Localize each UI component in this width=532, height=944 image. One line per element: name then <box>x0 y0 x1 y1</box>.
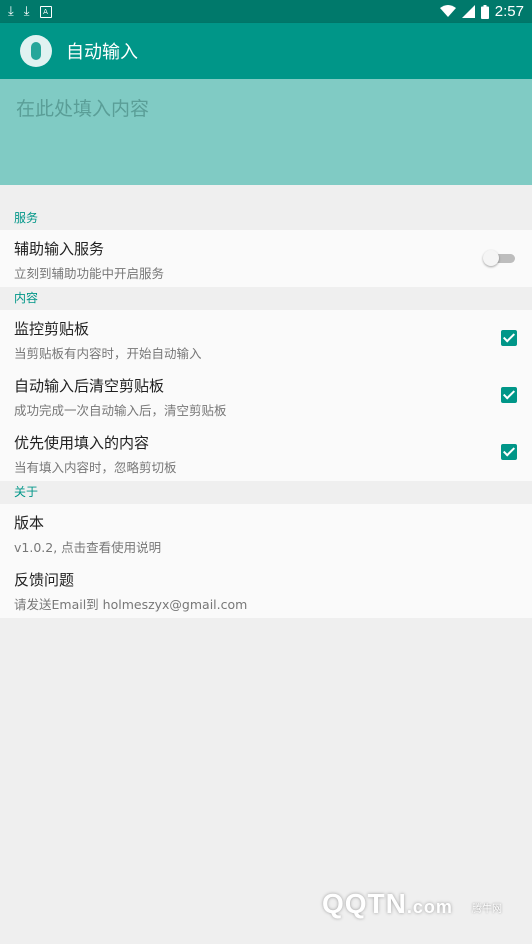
service-toggle-switch[interactable] <box>483 250 515 266</box>
setting-title: 辅助输入服务 <box>14 240 105 258</box>
category-service: 服务 <box>14 211 39 225</box>
category-about: 关于 <box>14 485 39 499</box>
setting-title: 版本 <box>14 514 45 532</box>
settings-list: 服务 辅助输入服务 立刻到辅助功能中开启服务 内容 监控剪贴板 当剪贴板有内容时… <box>0 207 532 618</box>
download-icon: ⤓ <box>23 4 30 19</box>
setting-title: 反馈问题 <box>14 571 75 589</box>
notification-box-icon: A <box>39 5 52 18</box>
prefer-filled-content-setting[interactable]: 优先使用填入的内容 当有填入内容时，忽略剪切板 <box>0 424 532 481</box>
setting-summary: 立刻到辅助功能中开启服务 <box>14 266 165 281</box>
setting-title: 自动输入后清空剪贴板 <box>14 377 165 395</box>
watermark: QQTN.com 腾牛网 <box>322 888 502 920</box>
app-title: 自动输入 <box>66 42 138 63</box>
setting-summary: 请发送Email到 holmeszyx@gmail.com <box>14 597 248 612</box>
wifi-icon <box>439 5 456 17</box>
setting-title: 监控剪贴板 <box>14 320 90 338</box>
battery-icon <box>480 4 489 19</box>
clock: 2:57 <box>494 3 524 20</box>
clear-clipboard-checkbox[interactable] <box>501 387 517 403</box>
app-logo-icon <box>20 35 52 67</box>
clear-clipboard-setting[interactable]: 自动输入后清空剪贴板 成功完成一次自动输入后，清空剪贴板 <box>0 367 532 424</box>
status-bar: ⤓ ⤓ A 2:57 <box>0 0 532 23</box>
category-content: 内容 <box>14 291 39 305</box>
setting-title: 优先使用填入的内容 <box>14 434 150 452</box>
version-setting[interactable]: 版本 v1.0.2, 点击查看使用说明 <box>0 504 532 561</box>
prefer-filled-content-checkbox[interactable] <box>501 444 517 460</box>
download-icon: ⤓ <box>8 4 14 19</box>
setting-summary: 当剪贴板有内容时，开始自动输入 <box>14 346 202 361</box>
monitor-clipboard-checkbox[interactable] <box>501 330 517 346</box>
setting-summary: v1.0.2, 点击查看使用说明 <box>14 540 162 555</box>
watermark-text: 腾牛网 <box>472 904 502 915</box>
setting-summary: 当有填入内容时，忽略剪切板 <box>14 460 177 475</box>
watermark-logo: QQTN.com <box>322 888 453 919</box>
content-input[interactable] <box>14 97 522 121</box>
content-input-area[interactable] <box>0 79 532 185</box>
accessibility-service-setting[interactable]: 辅助输入服务 立刻到辅助功能中开启服务 <box>0 230 532 287</box>
feedback-setting[interactable]: 反馈问题 请发送Email到 holmeszyx@gmail.com <box>0 561 532 618</box>
setting-summary: 成功完成一次自动输入后，清空剪贴板 <box>14 403 227 418</box>
monitor-clipboard-setting[interactable]: 监控剪贴板 当剪贴板有内容时，开始自动输入 <box>0 310 532 367</box>
app-bar: 自动输入 <box>0 23 532 79</box>
signal-icon <box>461 5 475 18</box>
